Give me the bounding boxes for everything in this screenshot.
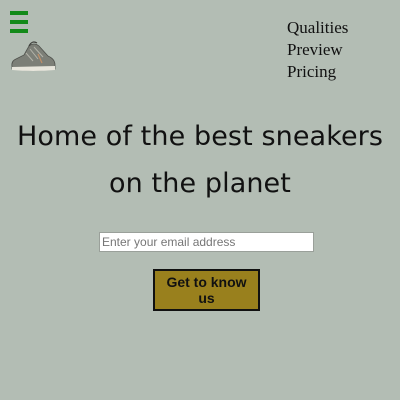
nav-link-qualities[interactable]: Qualities — [287, 17, 348, 39]
hamburger-icon-bar-middle — [10, 20, 28, 24]
nav-link-pricing[interactable]: Pricing — [287, 61, 348, 83]
main-nav: Qualities Preview Pricing — [287, 17, 348, 83]
hero-title: Home of the best sneakers on the planet — [16, 121, 384, 199]
get-to-know-us-button[interactable]: Get to know us — [153, 269, 260, 311]
nav-link-preview[interactable]: Preview — [287, 39, 348, 61]
menu-toggle-button[interactable] — [10, 11, 28, 33]
hamburger-icon-bar-top — [10, 11, 28, 15]
email-field[interactable] — [99, 232, 314, 252]
hamburger-icon-bar-bottom — [10, 29, 28, 33]
sneaker-logo-icon — [11, 41, 56, 71]
